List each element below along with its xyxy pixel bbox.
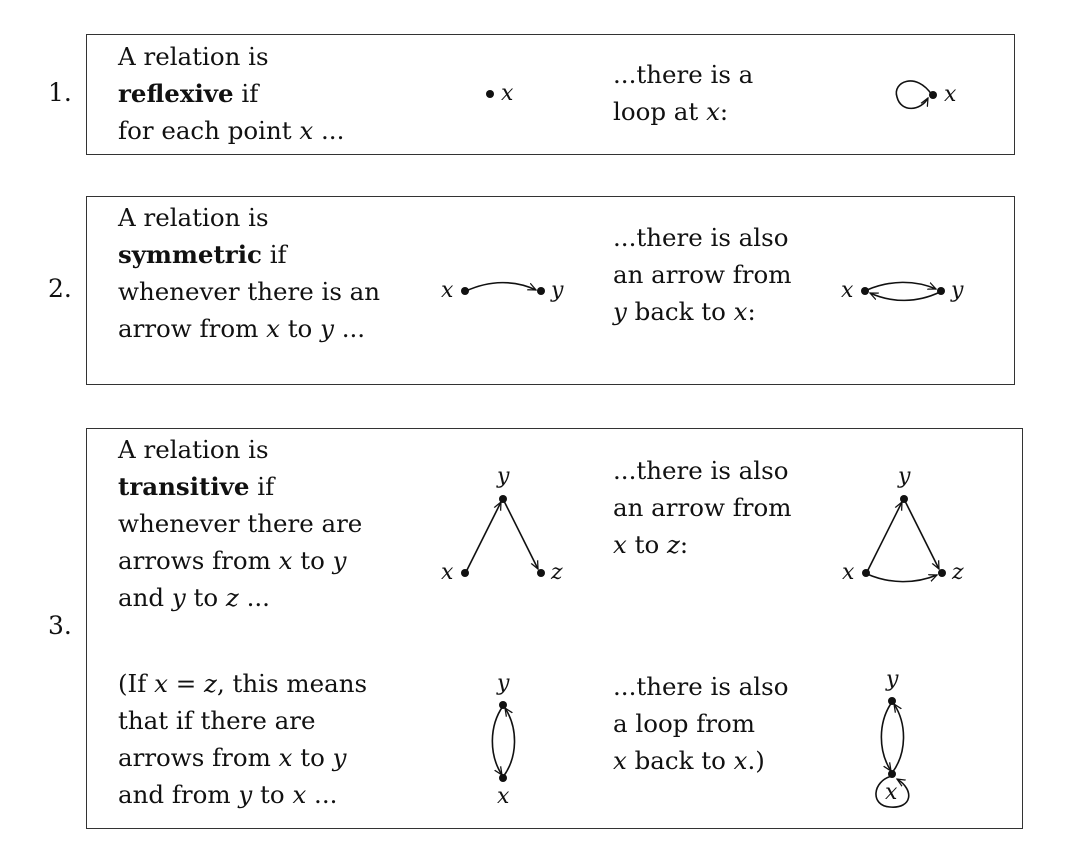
node-dot [888,770,896,778]
node-label-y: y [885,667,899,692]
node-dot [888,697,896,705]
arrow-x-to-y [891,704,905,774]
special-case-conclusion-figure: y x [875,667,910,808]
arrow-y-to-x [880,701,893,771]
node-label-x: x [885,780,898,805]
